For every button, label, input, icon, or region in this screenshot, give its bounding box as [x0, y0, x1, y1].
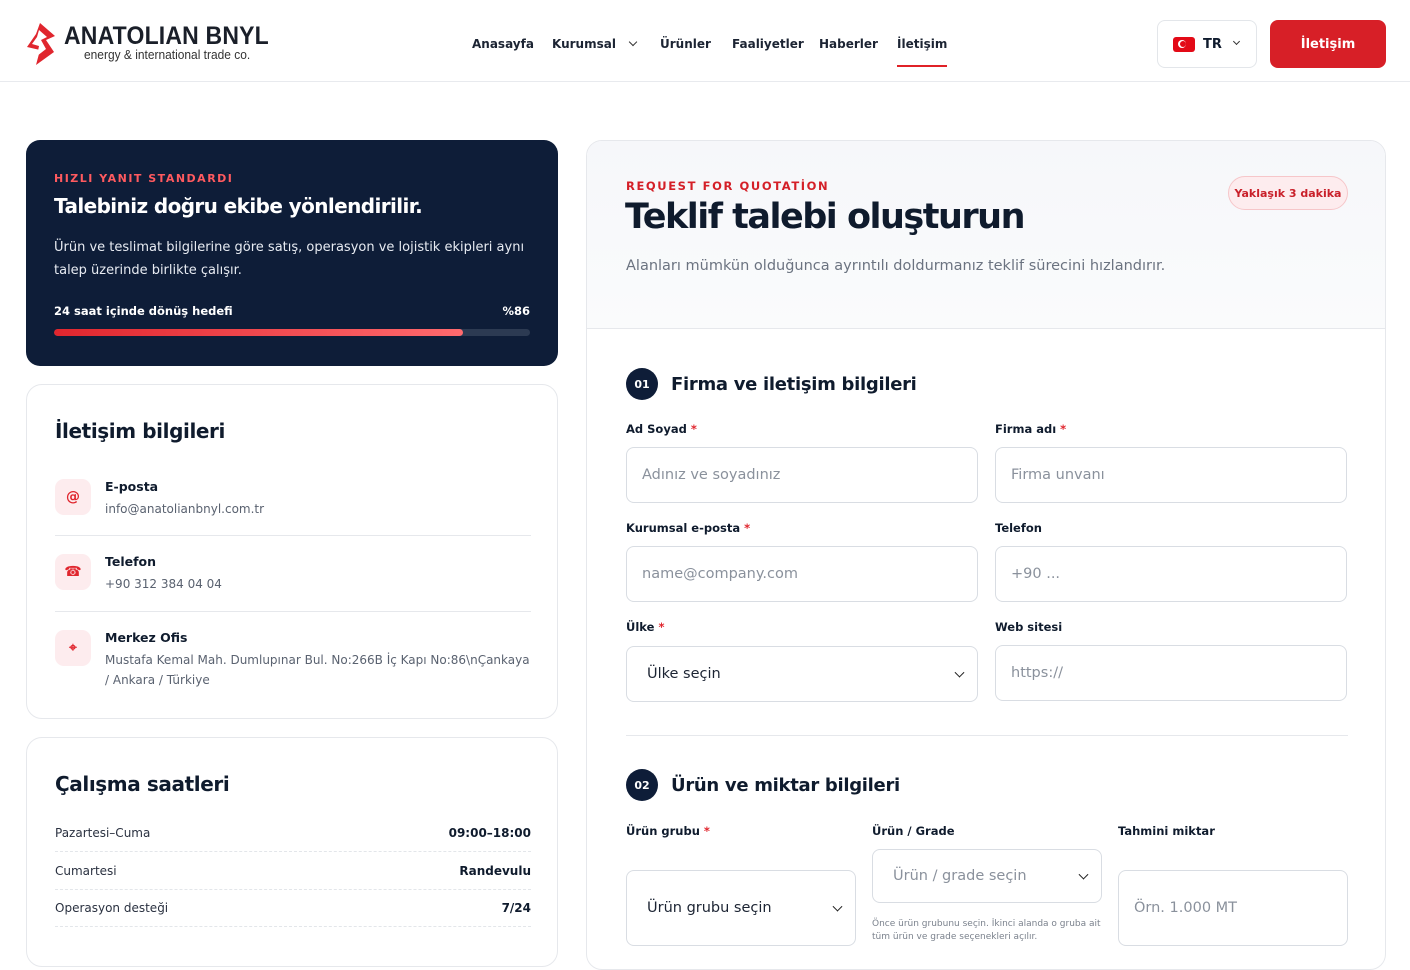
at-icon: @ [55, 479, 91, 515]
hours-row: Pazartesi–Cuma 09:00–18:00 [55, 814, 531, 852]
step-title: Firma ve iletişim bilgileri [671, 373, 917, 395]
phone-icon: ☎ [55, 554, 91, 590]
field-label-text: Ad Soyad [626, 422, 687, 436]
product-group-label: Ürün grubu * [626, 824, 710, 838]
contact-card-title: İletişim bilgileri [55, 419, 225, 443]
nav-item-urunler[interactable]: Ürünler [660, 37, 711, 51]
grade-label: Ürün / Grade [872, 824, 955, 838]
form-eyebrow: REQUEST FOR QUOTATİON [626, 179, 830, 193]
company-label: Firma adı * [995, 422, 1066, 436]
country-label: Ülke * [626, 620, 664, 634]
contact-item-label: Telefon [105, 554, 157, 569]
website-label: Web sitesi [995, 620, 1063, 634]
email-field[interactable]: name@company.com [626, 546, 978, 602]
country-select[interactable]: Ülke seçin [626, 646, 978, 702]
select-value: Ürün grubu seçin [647, 900, 772, 916]
phone-field[interactable]: +90 ... [995, 546, 1347, 602]
language-selector[interactable]: TR [1157, 20, 1257, 68]
step-number: 01 [626, 368, 658, 400]
name-label: Ad Soyad * [626, 422, 697, 436]
website-field[interactable]: https:// [995, 645, 1347, 701]
chevron-down-icon [954, 667, 965, 678]
form-header: REQUEST FOR QUOTATİON Teklif talebi oluş… [587, 141, 1385, 329]
section-divider [626, 735, 1348, 736]
field-label-text: Firma adı [995, 422, 1057, 436]
quotation-form-card: REQUEST FOR QUOTATİON Teklif talebi oluş… [586, 140, 1386, 970]
step-1-heading: 01 Firma ve iletişim bilgileri [626, 368, 917, 400]
card-description: Ürün ve teslimat bilgilerine göre satış,… [54, 240, 525, 278]
required-mark: * [658, 620, 665, 634]
hours-day: Cumartesi [55, 863, 117, 878]
field-label-text: Kurumsal e-posta [626, 521, 741, 535]
brand-logo[interactable]: ANATOLIAN BNYL energy & international tr… [24, 20, 269, 68]
contact-item-office: ⌖ Merkez Ofis Mustafa Kemal Mah. Dumlupı… [55, 630, 531, 700]
nav-item-iletisim[interactable]: İletişim [897, 37, 948, 67]
card-title: Talebiniz doğru ekibe yönlendirilir. [54, 194, 423, 218]
hours-time: 7/24 [501, 900, 531, 915]
card-eyebrow: HIZLI YANIT STANDARDI [54, 172, 234, 185]
logo-bolt-icon [27, 23, 55, 65]
step-title: Ürün ve miktar bilgileri [671, 774, 900, 796]
step-number: 02 [626, 769, 658, 801]
field-label-text: Ürün grubu [626, 824, 700, 838]
product-group-select[interactable]: Ürün grubu seçin [626, 870, 856, 946]
hours-row: Operasyon desteği 7/24 [55, 889, 531, 927]
contact-email-link[interactable]: info@anatolianbnyl.com.tr [105, 499, 531, 519]
quick-response-card: HIZLI YANIT STANDARDI Talebiniz doğru ek… [26, 140, 558, 366]
required-mark: * [744, 521, 751, 535]
step-2-heading: 02 Ürün ve miktar bilgileri [626, 769, 900, 801]
hours-card-title: Çalışma saatleri [55, 772, 230, 796]
turkey-flag-icon [1173, 36, 1195, 52]
contact-item-label: Merkez Ofis [105, 630, 188, 645]
form-title: Teklif talebi oluşturun [625, 197, 1026, 237]
hours-day: Operasyon desteği [55, 900, 169, 915]
field-label-text: Ülke [626, 620, 655, 634]
phone-label: Telefon [995, 521, 1042, 535]
hours-day: Pazartesi–Cuma [55, 825, 151, 840]
duration-badge: Yaklaşık 3 dakika [1228, 176, 1348, 210]
hours-time: 09:00–18:00 [448, 825, 531, 840]
required-mark: * [1060, 422, 1067, 436]
nav-item-kurumsal[interactable]: Kurumsal [552, 37, 638, 51]
contact-item-email: @ E-posta info@anatolianbnyl.com.tr [55, 479, 531, 536]
chevron-down-icon [832, 901, 843, 912]
contact-info-card: İletişim bilgileri @ E-posta info@anatol… [26, 384, 558, 719]
progress-label: 24 saat içinde dönüş hedefi [54, 304, 233, 318]
contact-item-label: E-posta [105, 479, 159, 494]
grade-select[interactable]: Ürün / grade seçin [872, 849, 1102, 903]
header-contact-button[interactable]: İletişim [1270, 20, 1386, 68]
site-header: ANATOLIAN BNYL energy & international tr… [0, 0, 1410, 82]
select-value: Ülke seçin [647, 666, 721, 682]
chevron-down-icon [628, 37, 638, 47]
required-mark: * [690, 422, 697, 436]
contact-phone-link[interactable]: +90 312 384 04 04 [105, 574, 531, 594]
required-mark: * [703, 824, 710, 838]
progress-bar-fill [54, 329, 464, 336]
chevron-down-icon [1078, 869, 1089, 880]
name-field[interactable]: Adınız ve soyadınız [626, 447, 978, 503]
nav-item-faaliyetler[interactable]: Faaliyetler [732, 37, 804, 51]
select-value: Ürün / grade seçin [893, 868, 1027, 884]
progress-value: %86 [502, 304, 530, 318]
company-field[interactable]: Firma unvanı [995, 447, 1347, 503]
grade-help-text: Önce ürün grubunu seçin. İkinci alanda o… [872, 919, 1101, 942]
form-subtitle: Alanları mümkün olduğunca ayrıntılı dold… [626, 258, 1166, 274]
hours-time: Randevulu [459, 863, 531, 878]
brand-tagline: energy & international trade co. [84, 47, 251, 62]
email-label: Kurumsal e-posta * [626, 521, 750, 535]
nav-item-anasayfa[interactable]: Anasayfa [472, 37, 534, 51]
progress-bar [54, 329, 530, 336]
language-code: TR [1203, 36, 1222, 52]
contact-address: Mustafa Kemal Mah. Dumlupınar Bul. No:26… [105, 653, 530, 687]
nav-item-haberler[interactable]: Haberler [819, 37, 878, 51]
working-hours-card: Çalışma saatleri Pazartesi–Cuma 09:00–18… [26, 737, 558, 967]
contact-item-phone: ☎ Telefon +90 312 384 04 04 [55, 554, 531, 612]
chevron-down-icon [1232, 37, 1240, 45]
hours-row: Cumartesi Randevulu [55, 852, 531, 890]
quantity-field[interactable]: Örn. 1.000 MT [1118, 870, 1348, 946]
nav-item-label: Kurumsal [552, 37, 616, 51]
quantity-label: Tahmini miktar [1118, 824, 1215, 838]
location-pin-icon: ⌖ [55, 630, 91, 666]
